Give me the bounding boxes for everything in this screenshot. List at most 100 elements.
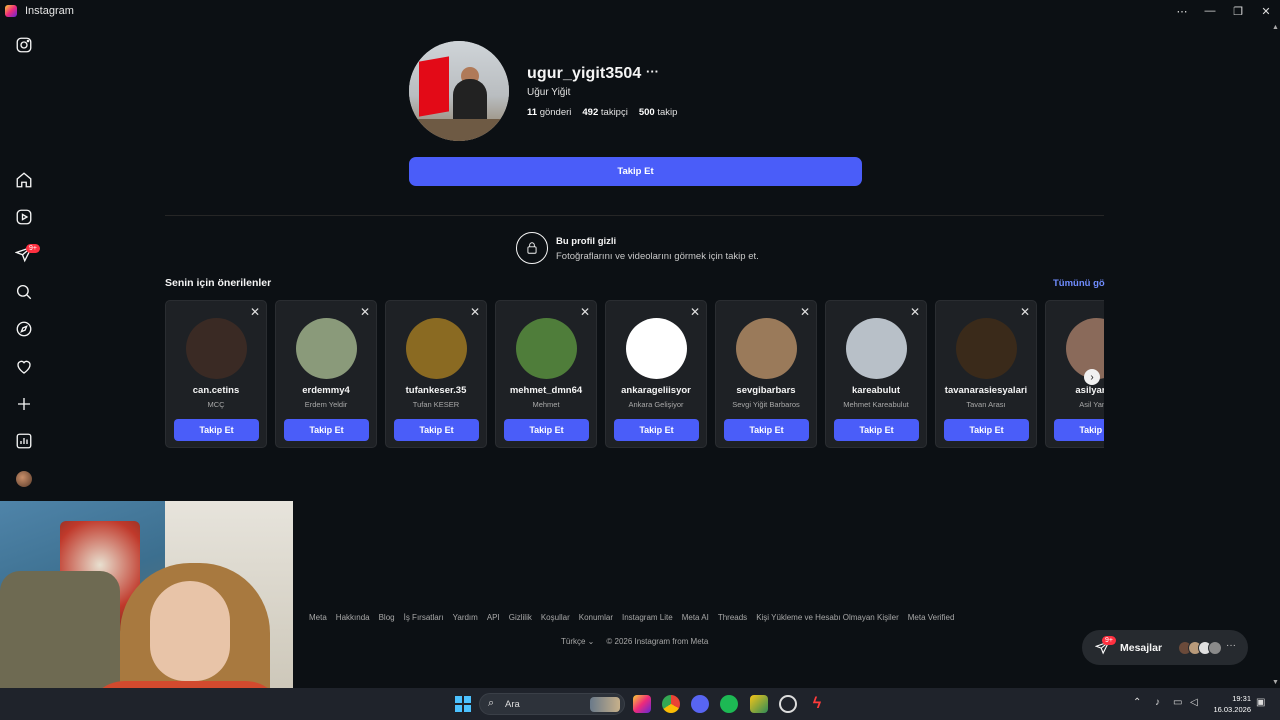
suggestion-card[interactable]: ✕ kareabulut Mehmet Kareabulut Takip Et: [825, 300, 927, 448]
profile-picture[interactable]: [409, 41, 509, 141]
footer-link[interactable]: Blog: [379, 613, 395, 622]
dismiss-icon[interactable]: ✕: [580, 305, 590, 319]
spotify-taskbar-icon[interactable]: [720, 695, 738, 713]
tray-chevron-icon[interactable]: ⌃: [1133, 697, 1141, 708]
suggestion-username[interactable]: tavanarasiesyalari: [936, 385, 1036, 396]
instagram-logo-icon[interactable]: [14, 35, 34, 55]
footer-link[interactable]: Konumlar: [579, 613, 613, 622]
suggestion-avatar[interactable]: [736, 318, 797, 379]
microphone-icon[interactable]: ♪: [1155, 697, 1160, 708]
messages-pill-badge: 9+: [1102, 636, 1116, 645]
suggestion-username[interactable]: erdemmy4: [276, 385, 376, 396]
clock-app-taskbar-icon[interactable]: [779, 695, 797, 713]
dashboard-chart-icon[interactable]: [14, 431, 34, 451]
suggestion-username[interactable]: ankarageliisyor: [606, 385, 706, 396]
suggestion-username[interactable]: can.cetins: [166, 385, 266, 396]
suggestion-avatar[interactable]: [1066, 318, 1104, 379]
footer-link[interactable]: Hakkında: [336, 613, 370, 622]
suggestion-follow-button[interactable]: Takip Et: [614, 419, 699, 441]
taskbar-search[interactable]: ⌕ Ara: [479, 693, 625, 715]
dismiss-icon[interactable]: ✕: [470, 305, 480, 319]
follow-button[interactable]: Takip Et: [409, 157, 862, 186]
dismiss-icon[interactable]: ✕: [250, 305, 260, 319]
start-windows-icon[interactable]: [455, 696, 471, 712]
suggestion-follow-button[interactable]: Takip Et: [1054, 419, 1104, 441]
reels-icon[interactable]: [14, 207, 34, 227]
suggestion-follow-button[interactable]: Takip Et: [394, 419, 479, 441]
flash-app-taskbar-icon[interactable]: ϟ: [808, 695, 826, 713]
footer-link[interactable]: Meta AI: [682, 613, 709, 622]
suggestion-follow-button[interactable]: Takip Et: [944, 419, 1029, 441]
dismiss-icon[interactable]: ✕: [800, 305, 810, 319]
close-window-button[interactable]: ✕: [1252, 0, 1280, 22]
footer-link[interactable]: Meta Verified: [908, 613, 955, 622]
followers-stat[interactable]: 492 takipçi: [582, 107, 627, 118]
network-icon[interactable]: ▭: [1173, 697, 1182, 708]
suggestion-follow-button[interactable]: Takip Et: [504, 419, 589, 441]
dismiss-icon[interactable]: ✕: [360, 305, 370, 319]
suggestion-username[interactable]: mehmet_dmn64: [496, 385, 596, 396]
taskbar-clock[interactable]: 19:31 16.03.2026: [1211, 693, 1251, 715]
notification-center-icon[interactable]: ▣: [1256, 697, 1265, 708]
footer-link[interactable]: API: [487, 613, 500, 622]
notifications-heart-icon[interactable]: [14, 357, 34, 377]
more-options-icon[interactable]: ···: [646, 64, 659, 79]
suggestion-name: Asil Yanar: [1079, 400, 1104, 409]
suggestion-card[interactable]: ✕ tufankeser.35 Tufan KESER Takip Et: [385, 300, 487, 448]
footer-links: Meta Hakkında Blog İş Fırsatları Yardım API Gi…: [309, 613, 954, 622]
suggestion-avatar[interactable]: [296, 318, 357, 379]
profile-avatar[interactable]: [16, 471, 32, 487]
suggestion-card[interactable]: ✕ mehmet_dmn64 Mehmet Takip Et: [495, 300, 597, 448]
suggestion-avatar[interactable]: [186, 318, 247, 379]
carousel-next-icon[interactable]: ›: [1084, 369, 1100, 385]
home-icon[interactable]: [14, 170, 34, 190]
footer-link[interactable]: Instagram Lite: [622, 613, 673, 622]
volume-icon[interactable]: ◁: [1190, 697, 1198, 708]
dismiss-icon[interactable]: ✕: [910, 305, 920, 319]
suggestion-follow-button[interactable]: Takip Et: [284, 419, 369, 441]
suggestion-card[interactable]: ✕ sevgibarbars Sevgi Yiğit Barbaros Takip E…: [715, 300, 817, 448]
see-all-link[interactable]: Tümünü gör: [1053, 278, 1105, 289]
footer-link[interactable]: Kişi Yükleme ve Hesabı Olmayan Kişiler: [756, 613, 899, 622]
suggestion-username[interactable]: sevgibarbars: [716, 385, 816, 396]
footer-link[interactable]: Koşullar: [541, 613, 570, 622]
footer-link[interactable]: İş Fırsatları: [404, 613, 444, 622]
search-icon[interactable]: [14, 282, 34, 302]
suggestion-card[interactable]: ✕ tavanarasiesyalari Tavan Arası Takip Et: [935, 300, 1037, 448]
footer-link[interactable]: Yardım: [453, 613, 478, 622]
discord-taskbar-icon[interactable]: [691, 695, 709, 713]
suggestion-avatar[interactable]: [516, 318, 577, 379]
suggestion-follow-button[interactable]: Takip Et: [174, 419, 259, 441]
suggestion-card[interactable]: ✕ can.cetins MCÇ Takip Et: [165, 300, 267, 448]
suggestion-avatar[interactable]: [406, 318, 467, 379]
suggestion-avatar[interactable]: [626, 318, 687, 379]
page-scrollbar[interactable]: ▲ ▼: [1270, 22, 1280, 688]
footer-link[interactable]: Threads: [718, 613, 747, 622]
suggestion-avatar[interactable]: [846, 318, 907, 379]
messages-pill[interactable]: 9+ Mesajlar ···: [1082, 630, 1248, 665]
suggestion-card[interactable]: ✕ erdemmy4 Erdem Yeldir Takip Et: [275, 300, 377, 448]
suggestion-follow-button[interactable]: Takip Et: [724, 419, 809, 441]
suggestion-username[interactable]: asilyanar: [1046, 385, 1104, 396]
scroll-up-icon[interactable]: ▲: [1272, 24, 1279, 31]
footer-link[interactable]: Gizlilik: [509, 613, 532, 622]
scroll-down-icon[interactable]: ▼: [1272, 679, 1279, 686]
suggestion-avatar[interactable]: [956, 318, 1017, 379]
suggestion-card[interactable]: ✕ ankarageliisyor Ankara Gelişiyor Takip Et: [605, 300, 707, 448]
explore-icon[interactable]: [14, 319, 34, 339]
dismiss-icon[interactable]: ✕: [1020, 305, 1030, 319]
instagram-taskbar-icon[interactable]: [633, 695, 651, 713]
following-stat[interactable]: 500 takip: [639, 107, 678, 118]
create-plus-icon[interactable]: [14, 394, 34, 414]
app-taskbar-icon[interactable]: [750, 695, 768, 713]
suggestion-follow-button[interactable]: Takip Et: [834, 419, 919, 441]
footer-link[interactable]: Meta: [309, 613, 327, 622]
dismiss-icon[interactable]: ✕: [690, 305, 700, 319]
suggestion-username[interactable]: tufankeser.35: [386, 385, 486, 396]
maximize-button[interactable]: ❐: [1224, 0, 1252, 22]
language-select[interactable]: Türkçe ⌄: [561, 637, 594, 646]
chrome-taskbar-icon[interactable]: [662, 695, 680, 713]
window-menu-button[interactable]: ⋯: [1168, 0, 1196, 22]
suggestion-username[interactable]: kareabulut: [826, 385, 926, 396]
minimize-button[interactable]: —: [1196, 0, 1224, 22]
